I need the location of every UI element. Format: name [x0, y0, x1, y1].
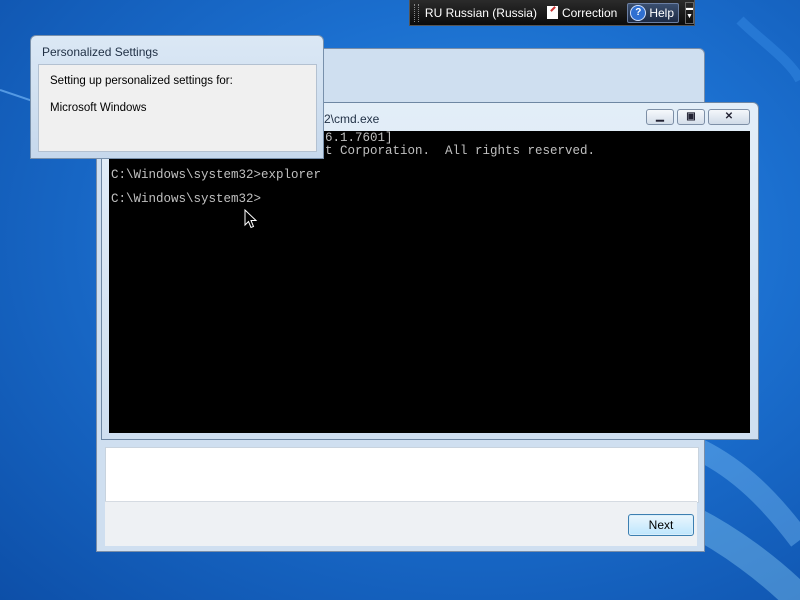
next-button[interactable]: Next [628, 514, 694, 536]
minimize-icon: ▁ [656, 111, 664, 122]
chevron-down-icon: ▼ [686, 12, 693, 20]
console-line: C:\Windows\system32>explorer [111, 168, 322, 182]
language-selector[interactable]: RU Russian (Russia) [425, 6, 537, 20]
correction-label: Correction [561, 5, 618, 20]
maximize-button[interactable]: ▣ [677, 109, 705, 125]
window-controls: ▁ ▣ ✕ [643, 109, 750, 125]
setup-footer: Next [105, 501, 697, 546]
console-line: t Corporation. All rights reserved. [325, 144, 596, 158]
maximize-icon: ▣ [686, 111, 696, 122]
correction-button[interactable]: Correction [546, 5, 618, 20]
mouse-cursor-icon [244, 209, 258, 229]
cmd-window-title: 2\cmd.exe [324, 112, 380, 126]
dialog-body: Setting up personalized settings for: Mi… [38, 64, 317, 152]
language-bar: RU Russian (Russia) Correction ? Help ▬ … [409, 0, 695, 26]
personalized-settings-dialog: Personalized Settings Setting up persona… [30, 35, 324, 159]
status-target: Microsoft Windows [50, 102, 147, 114]
console-output[interactable]: 6.1.7601] t Corporation. All rights rese… [109, 131, 750, 433]
status-message: Setting up personalized settings for: [50, 75, 233, 87]
help-button[interactable]: ? Help [627, 2, 679, 23]
setup-content-area [105, 447, 699, 503]
correction-icon [546, 6, 558, 19]
minimize-button[interactable]: ▁ [646, 109, 674, 125]
langbar-options-button[interactable]: ▬ ▼ [685, 1, 694, 24]
minimize-icon: ▬ [686, 4, 693, 12]
console-prompt: C:\Windows\system32> [111, 192, 262, 206]
close-button[interactable]: ✕ [708, 109, 750, 125]
console-line: 6.1.7601] [325, 131, 393, 145]
close-icon: ✕ [724, 111, 734, 122]
langbar-grip[interactable] [414, 3, 419, 22]
help-label: Help [649, 5, 674, 20]
dialog-title: Personalized Settings [42, 45, 159, 59]
help-icon: ? [630, 4, 647, 21]
